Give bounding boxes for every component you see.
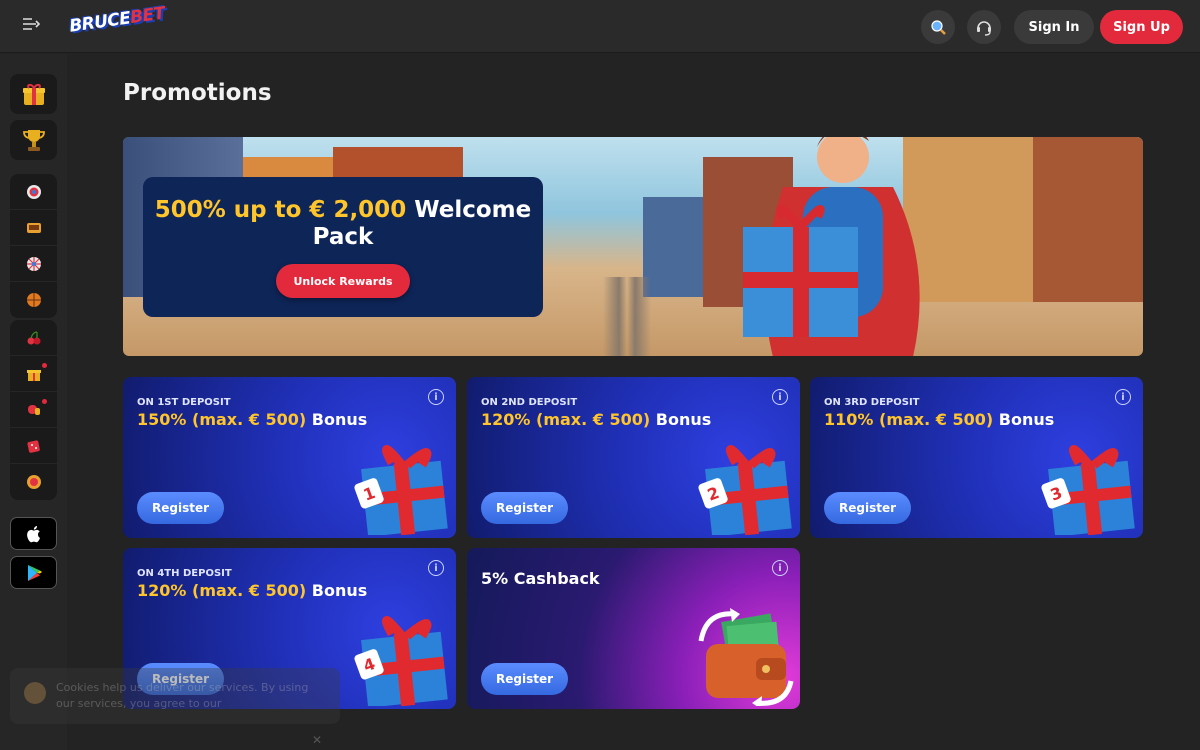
sign-in-button[interactable]: Sign In [1014,10,1094,44]
welcome-banner: 500% up to € 2,000 Welcome Pack Unlock R… [123,137,1143,356]
promo-subtitle: ON 2ND DEPOSIT [481,397,578,408]
slots-icon [26,222,41,233]
apple-icon [26,525,40,542]
app-store-button[interactable] [10,517,57,550]
sidebar-item-promotions[interactable] [10,74,57,114]
search-button[interactable] [921,10,955,44]
google-play-icon [27,564,42,581]
gift-icon [22,84,45,105]
google-play-button[interactable] [10,556,57,589]
sidebar-item-slots[interactable] [10,210,57,246]
info-icon[interactable]: i [772,389,788,405]
info-icon[interactable]: i [1115,389,1131,405]
sidebar-item-tournaments[interactable] [10,120,57,160]
boxing-glove-icon [27,404,40,415]
promo-subtitle: ON 1ST DEPOSIT [137,397,231,408]
promo-title: 120% (max. € 500) Bonus [137,581,368,600]
sidebar-item-fruits[interactable] [10,320,57,356]
register-button[interactable]: Register [137,492,224,524]
search-icon [931,20,946,35]
promo-subtitle: ON 3RD DEPOSIT [824,397,920,408]
promo-card-cashback: 5% Cashback i Register [467,548,800,709]
gift-box-2-image: 2 [698,445,792,535]
welcome-offer-headline: 500% up to € 2,000 Welcome Pack [154,197,532,250]
promo-title: 110% (max. € 500) Bonus [824,410,1055,429]
promo-title: 120% (max. € 500) Bonus [481,410,712,429]
wheel-icon [26,256,41,271]
welcome-offer-card: 500% up to € 2,000 Welcome Pack Unlock R… [143,177,543,317]
sidebar-item-sports[interactable] [10,282,57,318]
promo-title: 150% (max. € 500) Bonus [137,410,368,429]
wallet-cashback-image [698,608,794,706]
notification-badge [42,363,47,368]
chip-icon [26,475,41,489]
superhero-mascot-image [743,137,920,356]
trophy-icon [22,130,45,151]
sidebar-item-bonus-games[interactable] [10,356,57,392]
dice-icon [26,439,40,453]
top-header: BRUCEBET Sign In Sign Up [0,0,1200,53]
sidebar-item-live-casino[interactable] [10,464,57,500]
promo-card-1st-deposit: ON 1ST DEPOSIT 150% (max. € 500) Bonus i… [123,377,456,538]
cookie-text: Cookies help us deliver our services. By… [56,681,309,710]
gift-box-4-image: 4 [354,616,448,706]
register-button[interactable]: Register [824,492,911,524]
info-icon[interactable]: i [428,560,444,576]
cookie-close-icon[interactable]: ✕ [312,733,322,747]
sidebar-item-dice[interactable] [10,428,57,464]
info-icon[interactable]: i [428,389,444,405]
promo-card-3rd-deposit: ON 3RD DEPOSIT 110% (max. € 500) Bonus i… [810,377,1143,538]
sidebar [0,54,67,750]
cookie-banner: Cookies help us deliver our services. By… [10,668,340,724]
gift-box-1-image: 1 [354,445,448,535]
support-button[interactable] [967,10,1001,44]
basketball-icon [26,293,41,307]
sidebar-game-categories [10,174,57,318]
menu-toggle-icon[interactable] [22,16,44,36]
headset-icon [977,21,991,36]
promo-card-2nd-deposit: ON 2ND DEPOSIT 120% (max. € 500) Bonus i… [467,377,800,538]
gift-box-icon [26,369,41,381]
register-button[interactable]: Register [481,663,568,695]
page-title: Promotions [123,80,272,106]
gift-box-3-image: 3 [1041,445,1135,535]
cherries-icon [27,330,40,344]
sidebar-game-categories-2 [10,320,57,500]
notification-badge [42,399,47,404]
cookie-icon [24,682,46,704]
sidebar-item-target[interactable] [10,174,57,210]
sidebar-item-wheel[interactable] [10,246,57,282]
promo-subtitle: ON 4TH DEPOSIT [137,568,232,579]
promo-title: 5% Cashback [481,569,600,588]
target-icon [26,184,41,199]
register-button[interactable]: Register [481,492,568,524]
sidebar-item-fighting[interactable] [10,392,57,428]
sign-up-button[interactable]: Sign Up [1100,10,1183,44]
info-icon[interactable]: i [772,560,788,576]
unlock-rewards-button[interactable]: Unlock Rewards [276,264,410,298]
brand-logo[interactable]: BRUCEBET [68,3,168,50]
